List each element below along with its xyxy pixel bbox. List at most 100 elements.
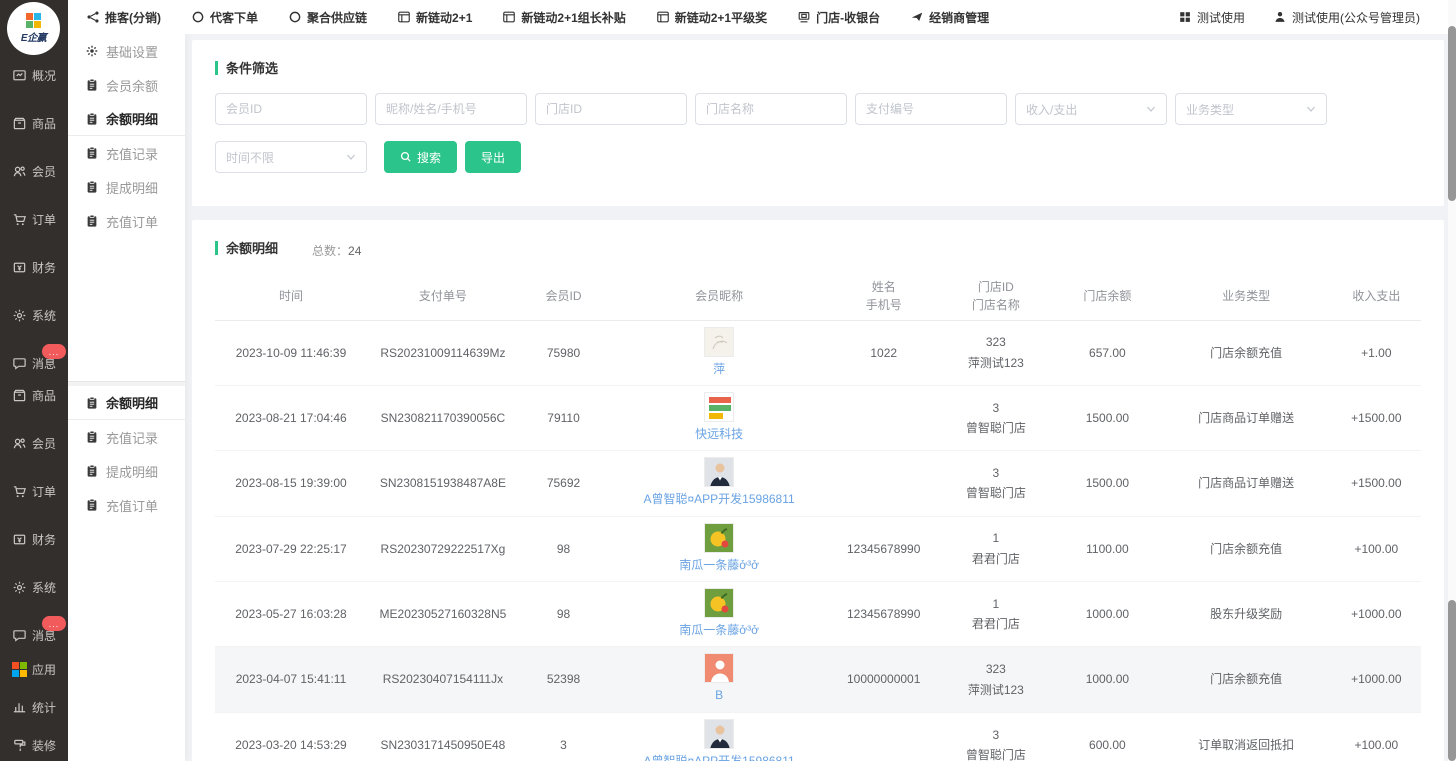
topbar-nav-label: 代客下单 bbox=[210, 9, 258, 26]
submenu-item-余额明细[interactable]: 余额明细 bbox=[68, 102, 185, 136]
submenu-item-基础设置[interactable]: 基础设置 bbox=[68, 34, 185, 68]
member-avatar-block: A曾智聪¤APP开发15986811 bbox=[608, 451, 830, 515]
submenu-item-充值订单[interactable]: 充值订单 bbox=[68, 488, 185, 522]
biz-type-select[interactable]: 业务类型 bbox=[1175, 93, 1327, 125]
scrollbar-thumb[interactable] bbox=[1448, 26, 1456, 201]
cell-store: 3曾智聪门店 bbox=[937, 463, 1054, 504]
sidebar-item-label: 会员 bbox=[32, 163, 56, 180]
sidebar-group-1: 概况商品会员订单财务系统消息... bbox=[0, 51, 68, 387]
sidebar-item-stats[interactable]: 统计 bbox=[0, 688, 68, 726]
grid-icon bbox=[1178, 10, 1192, 24]
topbar-nav-item[interactable]: 代客下单 bbox=[191, 9, 258, 26]
topbar-user-item[interactable]: 测试使用(公众号管理员) bbox=[1273, 9, 1420, 26]
sidebar-item-apps[interactable]: 应用 bbox=[0, 650, 68, 688]
member-nickname-link[interactable]: 南瓜一条藤ở³ở bbox=[679, 620, 759, 640]
appwin-icon bbox=[397, 10, 411, 24]
store-name: 君君门店 bbox=[937, 614, 1054, 634]
sidebar-item-system[interactable]: 系统 bbox=[0, 291, 68, 339]
cell-biz-type: 门店商品订单赠送 bbox=[1160, 473, 1331, 493]
biz-type-select-value: 业务类型 bbox=[1186, 101, 1234, 118]
member-nickname-link[interactable]: A曾智聪¤APP开发15986811 bbox=[643, 489, 794, 509]
submenu-item-提成明细[interactable]: 提成明细 bbox=[68, 454, 185, 488]
sidebar-item-goods[interactable]: 商品 bbox=[0, 99, 68, 147]
sidebar-item-finance[interactable]: 财务 bbox=[0, 243, 68, 291]
sidebar-item-system[interactable]: 系统 bbox=[0, 563, 68, 611]
topbar-nav-item[interactable]: 门店-收银台 bbox=[797, 9, 880, 26]
column-header: 支付单号 bbox=[367, 287, 519, 305]
sidebar-item-goods[interactable]: 商品 bbox=[0, 371, 68, 419]
topbar-nav-item[interactable]: 新链动2+1 bbox=[397, 9, 472, 26]
cell-pay-no: RS20231009114639Mz bbox=[367, 343, 519, 363]
clipboard-icon bbox=[85, 430, 99, 444]
topbar-nav-label: 推客(分销) bbox=[105, 9, 161, 26]
time-range-select[interactable]: 时间不限 bbox=[215, 141, 367, 173]
topbar-nav-item[interactable]: 新链动2+1平级奖 bbox=[656, 9, 767, 26]
export-button[interactable]: 导出 bbox=[465, 141, 521, 173]
clipboard-icon bbox=[85, 214, 99, 228]
submenu-item-label: 充值记录 bbox=[106, 144, 158, 163]
store-name: 曾智聪门店 bbox=[937, 483, 1054, 503]
member-nickname-link[interactable]: 南瓜一条藤ở³ở bbox=[679, 555, 759, 575]
cell-store: 3曾智聪门店 bbox=[937, 725, 1054, 761]
store-name: 萍测试123 bbox=[937, 680, 1054, 700]
submenu-item-充值订单[interactable]: 充值订单 bbox=[68, 204, 185, 238]
cell-nickname: B bbox=[608, 647, 830, 711]
sidebar-item-finance[interactable]: 财务 bbox=[0, 515, 68, 563]
sidebar-item-order[interactable]: 订单 bbox=[0, 195, 68, 243]
cell-amount: +100.00 bbox=[1332, 735, 1421, 755]
cell-store: 1君君门店 bbox=[937, 528, 1054, 569]
table-row: 2023-08-15 19:39:00SN2308151938487A8E756… bbox=[215, 451, 1421, 516]
cell-pay-no: ME20230527160328N5 bbox=[367, 604, 519, 624]
submenu-item-余额明细[interactable]: 余额明细 bbox=[68, 386, 185, 420]
member-avatar bbox=[704, 523, 734, 553]
submenu-item-会员余额[interactable]: 会员余额 bbox=[68, 68, 185, 102]
cell-pay-no: SN2308151938487A8E bbox=[367, 473, 519, 493]
column-header-line: 手机号 bbox=[830, 296, 937, 314]
scrollbar-thumb[interactable] bbox=[1448, 600, 1456, 761]
topbar-nav-item[interactable]: 经销商管理 bbox=[910, 9, 989, 26]
topbar-user-label: 测试使用(公众号管理员) bbox=[1292, 9, 1420, 26]
column-header: 姓名手机号 bbox=[830, 278, 937, 314]
topbar-nav-item[interactable]: 推客(分销) bbox=[86, 9, 161, 26]
member-nickname-link[interactable]: B bbox=[715, 685, 723, 705]
member-avatar-block: B bbox=[608, 647, 830, 711]
table-title: 余额明细 bbox=[215, 238, 278, 257]
cell-amount: +1000.00 bbox=[1332, 669, 1421, 689]
filter-card: 条件筛选 收入/支出 业务类型 时间不限 bbox=[192, 40, 1444, 206]
topbar-right: 测试使用 测试使用(公众号管理员) bbox=[1178, 9, 1420, 26]
store-id-input[interactable] bbox=[535, 93, 687, 125]
search-button[interactable]: 搜索 bbox=[384, 141, 457, 173]
filter-row-1: 收入/支出 业务类型 bbox=[215, 93, 1421, 125]
sidebar-item-label: 概况 bbox=[32, 67, 56, 84]
nickname-input[interactable] bbox=[375, 93, 527, 125]
member-id-input[interactable] bbox=[215, 93, 367, 125]
sidebar-item-member[interactable]: 会员 bbox=[0, 147, 68, 195]
income-expense-select[interactable]: 收入/支出 bbox=[1015, 93, 1167, 125]
cell-nickname: 萍 bbox=[608, 321, 830, 385]
topbar-user-item[interactable]: 测试使用 bbox=[1178, 9, 1245, 26]
member-nickname-link[interactable]: A曾智聪¤APP开发15986811 bbox=[643, 751, 794, 761]
pay-no-input[interactable] bbox=[855, 93, 1007, 125]
stats-icon bbox=[12, 700, 27, 715]
submenu-item-label: 充值订单 bbox=[106, 496, 158, 515]
submenu-item-充值记录[interactable]: 充值记录 bbox=[68, 420, 185, 454]
app-logo[interactable]: E企赢 bbox=[7, 2, 60, 55]
table-header-row: 时间支付单号会员ID会员昵称姓名手机号门店ID门店名称门店余额业务类型收入支出 bbox=[215, 273, 1421, 321]
table-row: 2023-08-21 17:04:46SN230821170390056C791… bbox=[215, 386, 1421, 451]
topbar-nav-item[interactable]: 新链动2+1组长补贴 bbox=[502, 9, 625, 26]
sidebar-item-paint[interactable]: 装修 bbox=[0, 726, 68, 761]
member-avatar-block: 南瓜一条藤ở³ở bbox=[608, 517, 830, 581]
sidebar-item-order[interactable]: 订单 bbox=[0, 467, 68, 515]
member-nickname-link[interactable]: 萍 bbox=[713, 359, 725, 379]
store-name: 曾智聪门店 bbox=[937, 418, 1054, 438]
sidebar-item-member[interactable]: 会员 bbox=[0, 419, 68, 467]
member-nickname-link[interactable]: 快远科技 bbox=[695, 424, 743, 444]
cell-amount: +1500.00 bbox=[1332, 408, 1421, 428]
store-name-input[interactable] bbox=[695, 93, 847, 125]
submenu-item-充值记录[interactable]: 充值记录 bbox=[68, 136, 185, 170]
sidebar-item-overview[interactable]: 概况 bbox=[0, 51, 68, 99]
submenu-item-提成明细[interactable]: 提成明细 bbox=[68, 170, 185, 204]
time-range-select-value: 时间不限 bbox=[226, 149, 274, 166]
topbar-nav-item[interactable]: 聚合供应链 bbox=[288, 9, 367, 26]
member-avatar-block: 南瓜一条藤ở³ở bbox=[608, 582, 830, 646]
